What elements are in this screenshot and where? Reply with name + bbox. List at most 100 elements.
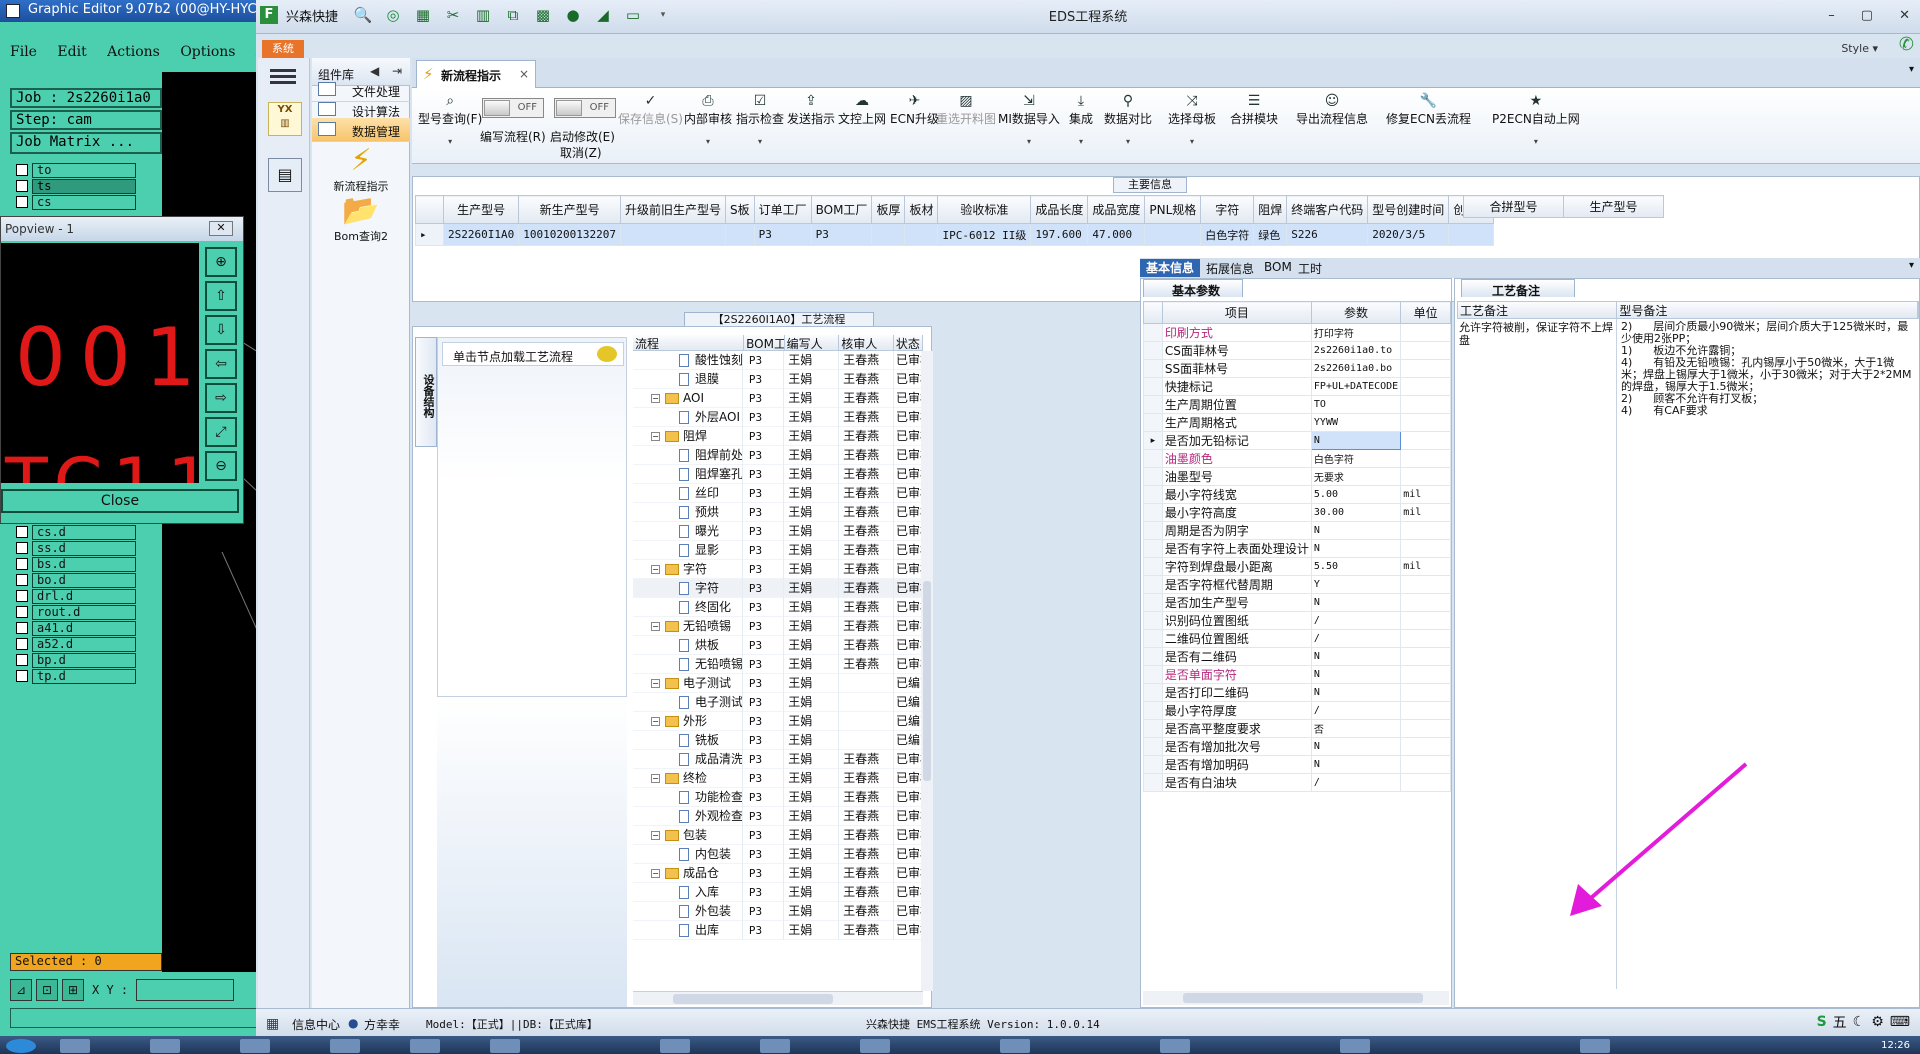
layer-row[interactable]: a41.d bbox=[12, 620, 136, 636]
ecn-upgrade-button[interactable]: ✈ ECN升级 bbox=[890, 92, 939, 127]
popview-close-button[interactable]: Close bbox=[1, 489, 239, 513]
collapse-icon[interactable]: − bbox=[651, 678, 660, 688]
close-icon[interactable]: ✕ bbox=[1899, 8, 1910, 23]
param-value[interactable]: / bbox=[1310, 701, 1402, 720]
tree-row[interactable]: − 包装 P3王娟王春燕已审核 bbox=[633, 825, 923, 845]
param-row[interactable]: SS面菲林号 2s2260i1a0.bo bbox=[1143, 359, 1451, 378]
column-header[interactable]: PNL规格 bbox=[1144, 195, 1202, 224]
param-value[interactable]: N bbox=[1310, 647, 1402, 666]
tree-node[interactable]: 酸性蚀刻 bbox=[633, 350, 743, 370]
param-value[interactable]: 2s2260i1a0.to bbox=[1310, 341, 1402, 360]
column-header[interactable]: BOM工厂 bbox=[744, 335, 785, 350]
param-row[interactable]: 最小字符厚度 / bbox=[1143, 701, 1451, 720]
table-cell[interactable]: P3 bbox=[810, 223, 873, 246]
tab-bom[interactable]: BOM bbox=[1264, 260, 1292, 274]
table-cell[interactable] bbox=[1144, 223, 1202, 246]
layer-checkbox[interactable] bbox=[16, 622, 28, 634]
param-row[interactable]: 油墨颜色 白色字符 bbox=[1143, 449, 1451, 468]
help-icon[interactable]: ◎ bbox=[382, 4, 404, 26]
collapse-icon[interactable]: − bbox=[651, 716, 660, 726]
start-button[interactable] bbox=[6, 1039, 36, 1053]
tree-node[interactable]: − AOI bbox=[633, 388, 743, 408]
tree-row[interactable]: − 无铅喷锡 P3王娟王春燕已审核 bbox=[633, 616, 923, 636]
column-header[interactable]: 验收标准 bbox=[937, 195, 1032, 224]
pan-up-icon[interactable]: ⇧ bbox=[205, 281, 237, 311]
param-value[interactable]: / bbox=[1310, 629, 1402, 648]
tree-node[interactable]: 铣板 bbox=[633, 730, 743, 750]
layer-name[interactable]: a41.d bbox=[32, 620, 136, 636]
tree-row[interactable]: − 外形 P3王娟 已编写 bbox=[633, 711, 923, 731]
param-row[interactable]: 字符到焊盘最小距离 5.50 mil bbox=[1143, 557, 1451, 576]
close-tab-icon[interactable]: × bbox=[519, 67, 529, 81]
tree-vertical-scrollbar[interactable] bbox=[921, 351, 933, 991]
table-icon[interactable]: ▦ bbox=[412, 4, 434, 26]
tab-basic-info[interactable]: 基本信息 bbox=[1140, 259, 1201, 277]
layer-row[interactable]: bs.d bbox=[12, 556, 136, 572]
tree-row[interactable]: 阻焊前处理P3王娟王春燕已审核 bbox=[633, 445, 923, 465]
tree-node[interactable]: 退膜 bbox=[633, 369, 743, 389]
vertical-tab-equipment[interactable]: 设备结构 bbox=[415, 337, 437, 447]
grid-tool-icon[interactable]: ⊞ bbox=[62, 979, 84, 1001]
menu-file[interactable]: File bbox=[10, 44, 37, 60]
tree-row[interactable]: 字符 P3王娟王春燕已审核 bbox=[633, 578, 923, 598]
table-cell[interactable]: 白色字符 bbox=[1200, 223, 1255, 246]
param-value[interactable]: 否 bbox=[1310, 719, 1402, 738]
scissors-icon[interactable]: ✂ bbox=[442, 4, 464, 26]
type-query-button[interactable]: ⌕ 型号查询(F) ▾ bbox=[418, 92, 482, 146]
phone-icon[interactable]: ✆ bbox=[1899, 34, 1914, 55]
param-row[interactable]: ▸ 是否加无铅标记 N bbox=[1143, 431, 1451, 450]
layer-name[interactable]: bo.d bbox=[32, 572, 136, 588]
table-cell[interactable]: 2S2260I1A0 bbox=[442, 223, 520, 246]
taskbar-item[interactable] bbox=[660, 1039, 690, 1053]
param-row[interactable]: 二维码位置图纸 / bbox=[1143, 629, 1451, 648]
table-cell[interactable] bbox=[1448, 223, 1495, 246]
param-value[interactable]: / bbox=[1310, 773, 1402, 792]
layer-checkbox[interactable] bbox=[16, 542, 28, 554]
layer-checkbox[interactable] bbox=[16, 180, 28, 192]
param-row[interactable]: 识别码位置图纸 / bbox=[1143, 611, 1451, 630]
column-header[interactable]: 生产型号 bbox=[442, 195, 520, 224]
table-cell[interactable]: 2020/3/5 bbox=[1367, 223, 1450, 246]
layer-row[interactable]: ts bbox=[12, 178, 136, 194]
tree-row[interactable]: 烘板 P3王娟王春燕已审核 bbox=[633, 635, 923, 655]
param-value[interactable]: 无要求 bbox=[1310, 467, 1402, 486]
table-cell[interactable]: P3 bbox=[753, 223, 812, 246]
new-flow-guide-shortcut[interactable]: ⚡ 新流程指示 bbox=[312, 144, 410, 194]
tree-row[interactable]: 酸性蚀刻P3王娟王春燕已审核 bbox=[633, 350, 923, 370]
customize-icon[interactable]: ▾ bbox=[652, 4, 674, 26]
column-header[interactable]: 新生产型号 bbox=[518, 195, 621, 224]
column-header[interactable]: 成品宽度 bbox=[1087, 195, 1146, 224]
integrate-button[interactable]: ⤓ 集成 ▾ bbox=[1069, 92, 1093, 146]
collapse-icon[interactable]: − bbox=[651, 621, 660, 631]
param-row[interactable]: 是否有白油块 / bbox=[1143, 773, 1451, 792]
param-value[interactable]: TO bbox=[1310, 395, 1402, 414]
scroll-thumb[interactable] bbox=[673, 994, 833, 1004]
snap-tool-icon[interactable]: ⊡ bbox=[36, 979, 58, 1001]
param-value[interactable]: / bbox=[1310, 611, 1402, 630]
column-header[interactable]: 工艺备注 bbox=[1458, 302, 1618, 318]
collapse-icon[interactable]: − bbox=[651, 431, 660, 441]
column-header[interactable]: 字符 bbox=[1200, 195, 1255, 224]
taskbar-item[interactable] bbox=[240, 1039, 270, 1053]
table-cell[interactable]: 10010200132207 bbox=[518, 223, 621, 246]
param-value[interactable]: YYWW bbox=[1310, 413, 1402, 432]
cancel-button[interactable]: 取消(Z) bbox=[560, 144, 602, 161]
tree-node[interactable]: 功能检查 bbox=[633, 787, 743, 807]
write-flow-toggle[interactable]: OFF bbox=[482, 98, 544, 118]
column-header[interactable]: 流程 bbox=[633, 335, 745, 350]
param-value[interactable]: N bbox=[1310, 665, 1402, 684]
tree-row[interactable]: 丝印 P3王娟王春燕已审核 bbox=[633, 483, 923, 503]
library-item-data[interactable]: 数据管理 bbox=[312, 118, 410, 142]
param-row[interactable]: 是否有增加明码 N bbox=[1143, 755, 1451, 774]
tab-new-flow-guide[interactable]: ⚡ 新流程指示 × bbox=[416, 60, 536, 88]
tree-node[interactable]: − 阻焊 bbox=[633, 426, 743, 446]
layer-name[interactable]: ss.d bbox=[32, 540, 136, 556]
layer-row[interactable]: cs bbox=[12, 194, 136, 210]
table-cell[interactable] bbox=[871, 223, 906, 246]
column-header[interactable]: 项目 bbox=[1161, 301, 1312, 324]
layer-row[interactable]: rout.d bbox=[12, 604, 136, 620]
param-row[interactable]: 印刷方式 打印字符 bbox=[1143, 323, 1451, 342]
film-icon[interactable]: ▥ bbox=[472, 4, 494, 26]
param-value[interactable]: N bbox=[1310, 539, 1402, 558]
style-menu[interactable]: Style ▾ bbox=[1841, 42, 1878, 55]
